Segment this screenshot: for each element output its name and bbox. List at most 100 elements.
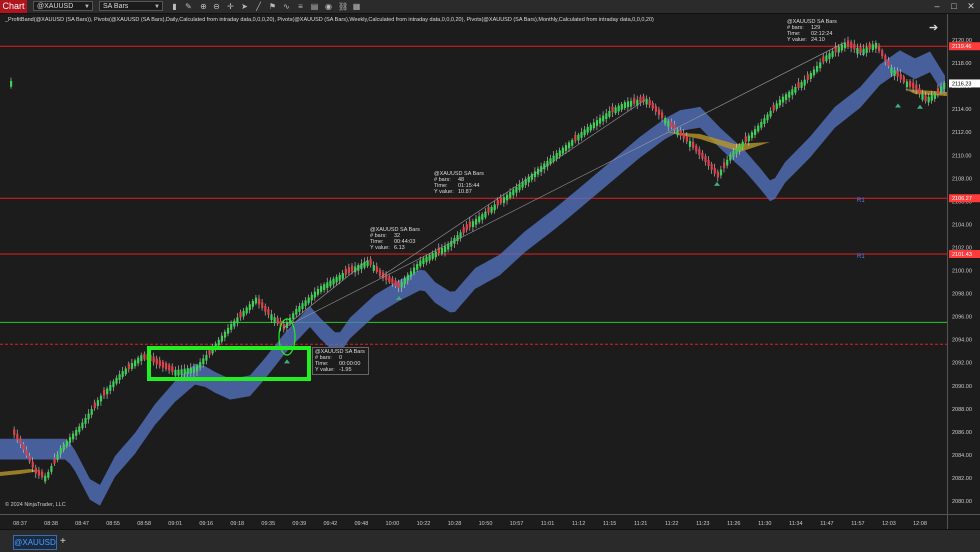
price-tick-label: 2108.00 [952, 176, 972, 182]
candle [124, 366, 127, 377]
bars-type-icon[interactable]: ▮ [170, 2, 179, 11]
price-chart-panel[interactable]: R2 R1 R1 [0, 14, 947, 514]
candle [375, 262, 378, 274]
candle [698, 146, 701, 160]
candle [416, 261, 419, 273]
candle-body [592, 122, 595, 129]
cursor-icon[interactable]: ➤ [240, 2, 249, 11]
line-draw-icon[interactable]: ╱ [254, 2, 263, 11]
price-chart-svg[interactable]: R2R1R1 [0, 14, 947, 514]
candle-body [856, 47, 859, 54]
template-icon[interactable]: ▤ [310, 2, 319, 11]
candle-body [701, 152, 704, 159]
candle [574, 131, 577, 144]
candle [549, 154, 552, 166]
candle [357, 263, 360, 275]
candle [316, 285, 320, 297]
draw-icon[interactable]: ✎ [184, 2, 193, 11]
candle-body [205, 354, 208, 361]
candle-body [320, 286, 323, 292]
candle-body [37, 469, 41, 476]
candle-body [10, 80, 13, 87]
candle-body [465, 224, 468, 231]
candle [794, 83, 797, 96]
time-tick-label: 12:08 [913, 521, 927, 527]
candle-body [571, 139, 574, 146]
candle-body [871, 44, 874, 51]
camera-icon[interactable]: ◉ [324, 2, 333, 11]
price-tick-label: 2080.00 [952, 499, 972, 505]
strategy-icon[interactable]: ⚑ [268, 2, 277, 11]
candle-body [881, 50, 884, 57]
chart-window-tag[interactable]: Chart [0, 0, 27, 13]
candle-body [496, 199, 499, 206]
candle [81, 418, 84, 431]
time-tick-label: 09:48 [354, 521, 368, 527]
price-axis[interactable]: 2120.002118.002116.002114.002112.002110.… [947, 14, 980, 514]
candle-body [729, 154, 732, 161]
candle-body [630, 100, 633, 107]
candle-body [202, 358, 205, 365]
time-tick-label: 09:35 [261, 521, 275, 527]
candle-body [192, 367, 196, 373]
candle-body [794, 86, 797, 93]
zoom-out-icon[interactable]: ⊖ [212, 2, 221, 11]
indicator-icon[interactable]: ∿ [282, 2, 291, 11]
candle [595, 116, 599, 131]
close-icon[interactable]: ✕ [963, 0, 979, 13]
crosshair-icon[interactable]: ✛ [226, 2, 235, 11]
candle-body [806, 74, 809, 81]
time-axis[interactable]: 08:37 08:38 08:47 08:55 08:58 09:01 09:16 09:18… [0, 514, 947, 529]
candle-body [106, 388, 109, 395]
measure-tooltip: @XAUUSD SA Bars # bars: 48 Time: 01:15:44 … [434, 171, 484, 195]
candle-body [13, 429, 16, 436]
zoom-in-icon[interactable]: ⊕ [199, 2, 208, 11]
link-icon[interactable]: ⛓ [338, 2, 348, 11]
candle [140, 352, 143, 366]
candle [90, 405, 93, 419]
candle-body [239, 311, 242, 318]
tab-xauusd[interactable]: @XAUUSD [13, 535, 57, 550]
maximize-icon[interactable]: □ [946, 0, 962, 13]
candle [909, 79, 912, 89]
candle-body [843, 42, 847, 49]
instrument-selector[interactable]: @XAUUSD ▼ [33, 1, 93, 11]
scroll-right-icon[interactable]: ➔ [929, 21, 938, 34]
candle-body [409, 271, 413, 277]
measure-tooltip: @XAUUSD SA Bars # bars: 129 Time: 02:12:24… [787, 19, 837, 43]
candle [695, 143, 698, 155]
candle [233, 318, 236, 330]
candle-body [124, 368, 127, 375]
candle [707, 156, 710, 170]
candle [161, 359, 165, 372]
candle-body [310, 294, 313, 301]
properties-icon[interactable]: ≡ [296, 2, 305, 11]
candle [202, 354, 205, 368]
candle [657, 106, 661, 120]
candle-body [236, 317, 239, 324]
time-tick-label: 09:16 [199, 521, 213, 527]
candle-body [59, 448, 62, 454]
candle-body [301, 303, 304, 309]
candle [267, 306, 270, 319]
candle [726, 155, 729, 169]
bar-type-selector[interactable]: SA Bars ▼ [99, 1, 163, 11]
candle-body [778, 99, 781, 106]
instrument-list-icon[interactable]: ▦ [352, 2, 361, 11]
candle-body [171, 366, 174, 372]
add-tab-button[interactable]: + [60, 535, 66, 548]
minimize-icon[interactable]: – [929, 0, 945, 13]
candle-body [304, 300, 307, 307]
candle [471, 218, 475, 232]
candle-body [422, 258, 425, 265]
candle [716, 169, 719, 182]
candle-body [326, 282, 329, 289]
candle-body [781, 96, 785, 103]
candle-body [512, 189, 515, 196]
candle [261, 299, 264, 311]
candle-body [223, 331, 227, 338]
candle [713, 163, 716, 177]
candle [626, 97, 630, 112]
candle-body [828, 53, 831, 59]
candle [245, 305, 248, 316]
